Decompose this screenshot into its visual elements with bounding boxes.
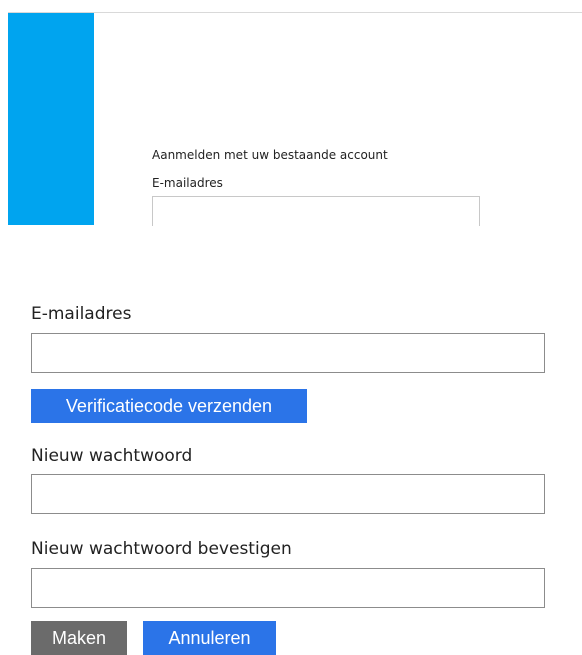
login-heading: Aanmelden met uw bestaande account [152,148,388,162]
new-password-field[interactable] [31,474,545,514]
brand-color-bar [8,13,94,225]
email-label: E-mailadres [31,304,132,324]
send-verification-code-button[interactable]: Verificatiecode verzenden [31,389,307,423]
email-field[interactable] [31,333,545,373]
create-button[interactable]: Maken [31,621,127,655]
login-email-label: E-mailadres [152,176,223,190]
confirm-password-label: Nieuw wachtwoord bevestigen [31,539,292,559]
login-email-input[interactable] [152,196,480,226]
cancel-button[interactable]: Annuleren [143,621,276,655]
top-divider [8,12,582,13]
confirm-password-field[interactable] [31,568,545,608]
new-password-label: Nieuw wachtwoord [31,446,193,466]
